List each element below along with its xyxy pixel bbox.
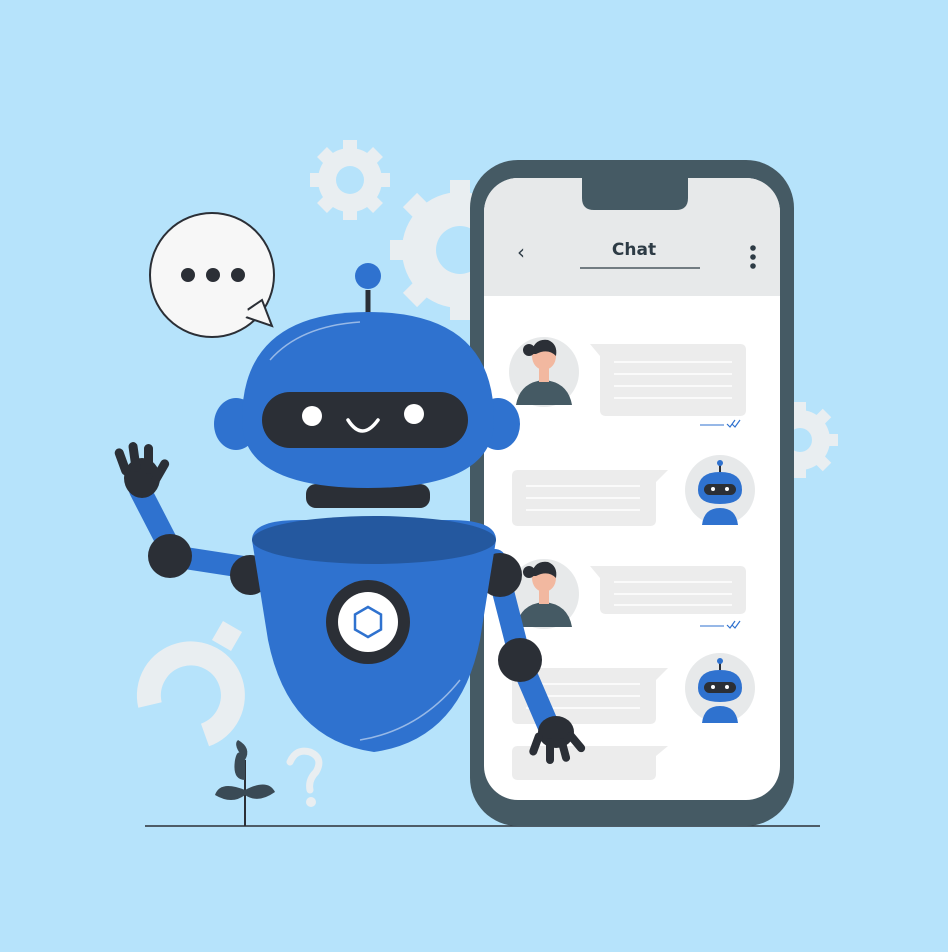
message-bubble: [590, 344, 746, 416]
robot-eye: [404, 404, 424, 424]
gear-icon: [310, 140, 390, 220]
robot-eye: [302, 406, 322, 426]
chat-title: Chat: [611, 240, 657, 260]
robot-left-hand: [114, 442, 170, 498]
speech-bubble-icon: [149, 212, 275, 338]
robot-elbow: [148, 534, 192, 578]
question-mark-icon: [286, 747, 323, 807]
question-mark-icon: [136, 620, 245, 747]
robot-avatar-icon: [685, 455, 755, 525]
back-button[interactable]: ‹: [508, 238, 534, 266]
illustration-canvas: [114, 140, 838, 827]
robot-visor: [262, 392, 468, 448]
phone-notch: [582, 178, 688, 210]
robot-avatar-icon: [685, 653, 755, 723]
message-bubble: [590, 566, 746, 614]
robot-elbow: [498, 638, 542, 682]
illustration-scene: ‹ Chat: [0, 0, 948, 952]
menu-button[interactable]: [742, 242, 764, 272]
woman-avatar-icon: [509, 337, 579, 407]
plant-icon: [215, 740, 275, 826]
